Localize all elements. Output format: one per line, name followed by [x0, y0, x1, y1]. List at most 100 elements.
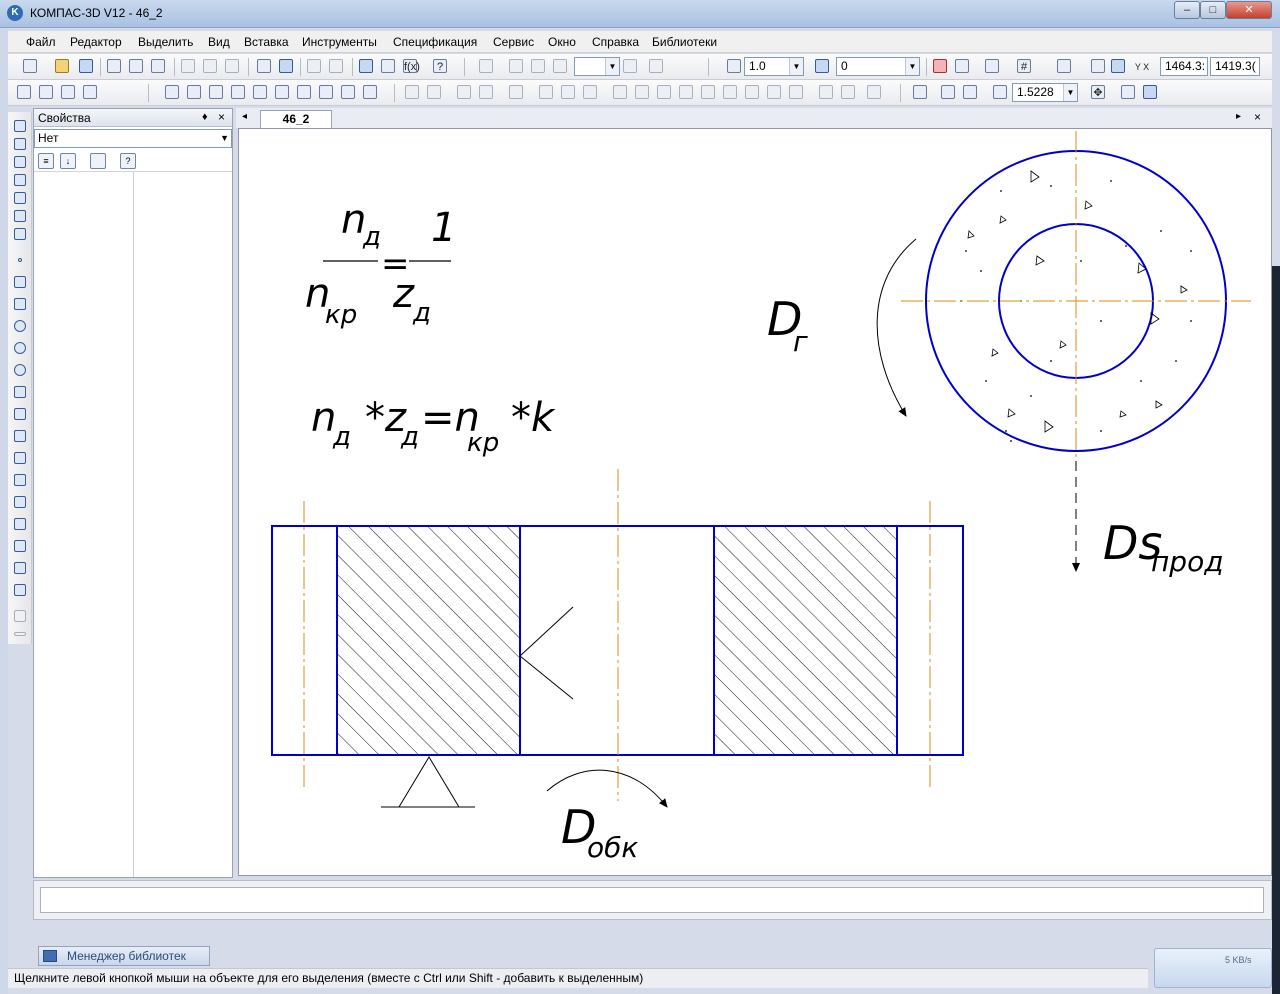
line-scale-combo[interactable]: 1.0 ▼ — [744, 57, 804, 76]
formula-icon[interactable]: f(x) — [402, 58, 420, 74]
menu-view[interactable]: Вид — [208, 35, 230, 49]
edit-e-icon[interactable] — [252, 84, 268, 100]
properties-close-icon[interactable]: × — [218, 110, 225, 124]
edit-a-icon[interactable] — [164, 84, 180, 100]
grid-icon[interactable]: # — [1016, 58, 1032, 74]
zoom-window-icon[interactable] — [912, 84, 928, 100]
edit-i-icon[interactable] — [340, 84, 356, 100]
text-style-icon[interactable] — [648, 58, 664, 74]
arc-icon[interactable] — [12, 340, 28, 356]
editing-panel-icon[interactable] — [12, 172, 28, 188]
ortho-icon[interactable] — [984, 58, 1000, 74]
model-k-icon[interactable] — [656, 84, 672, 100]
parametrization-panel-icon[interactable] — [12, 190, 28, 206]
polyline-icon[interactable] — [12, 428, 28, 444]
line-scale-icon[interactable] — [726, 58, 742, 74]
menu-insert[interactable]: Вставка — [244, 35, 289, 49]
contour-icon[interactable] — [12, 608, 28, 624]
tab-scroll-right-icon[interactable]: ▸ — [1236, 111, 1241, 122]
properties-object-select[interactable]: Нет ▼ — [34, 129, 232, 148]
model-n-icon[interactable] — [722, 84, 738, 100]
print-preview-icon[interactable] — [128, 58, 144, 74]
copy-icon[interactable] — [202, 58, 218, 74]
edit-f-icon[interactable] — [274, 84, 290, 100]
zoom-scale-icon[interactable] — [992, 84, 1008, 100]
hatch-icon[interactable] — [12, 560, 28, 576]
fillet-icon[interactable] — [12, 494, 28, 510]
minimize-button[interactable]: – — [1174, 1, 1200, 19]
rectangle-icon[interactable] — [12, 516, 28, 532]
cursor-coords-icon[interactable] — [1110, 58, 1126, 74]
property-pages-icon[interactable] — [90, 153, 106, 169]
prompt-line[interactable] — [40, 887, 1264, 913]
model-i-icon[interactable] — [612, 84, 628, 100]
edit-c-icon[interactable] — [208, 84, 224, 100]
tab-scroll-left-icon[interactable]: ◂ — [242, 111, 247, 122]
snap-magnet-icon[interactable] — [932, 58, 948, 74]
menu-select[interactable]: Выделить — [138, 35, 193, 49]
model-e-icon[interactable] — [508, 84, 524, 100]
ellipse-icon[interactable] — [12, 362, 28, 378]
dimensions-panel-icon[interactable] — [12, 136, 28, 152]
print-icon[interactable] — [106, 58, 122, 74]
auxiliary-line-icon[interactable] — [12, 274, 28, 290]
style-combo[interactable]: ▼ — [574, 57, 620, 76]
circle-icon[interactable] — [12, 318, 28, 334]
layers-a-icon[interactable] — [508, 58, 524, 74]
undo-icon[interactable] — [306, 58, 322, 74]
pin-icon[interactable]: ♦ — [202, 111, 208, 123]
curve-icon[interactable] — [12, 450, 28, 466]
model-o-icon[interactable] — [744, 84, 760, 100]
equidistant-icon[interactable] — [12, 538, 28, 554]
help-icon[interactable]: ? — [120, 153, 136, 169]
properties-column-divider[interactable] — [133, 172, 134, 877]
coord-x-field[interactable]: 1464.3: — [1160, 57, 1208, 76]
coord-y-field[interactable]: 1419.3( — [1210, 57, 1260, 76]
round-icon[interactable] — [1090, 58, 1106, 74]
refresh-icon[interactable] — [1142, 84, 1158, 100]
model-j-icon[interactable] — [634, 84, 650, 100]
model-s-icon[interactable] — [840, 84, 856, 100]
show-all-icon[interactable] — [1120, 84, 1136, 100]
symbols-panel-icon[interactable] — [12, 154, 28, 170]
model-h-icon[interactable] — [582, 84, 598, 100]
menu-specification[interactable]: Спецификация — [393, 35, 477, 49]
edit-b-icon[interactable] — [186, 84, 202, 100]
model-a-icon[interactable] — [404, 84, 420, 100]
tab-46-2[interactable]: 46_2 — [260, 110, 332, 128]
grinding-wheel[interactable] — [901, 131, 1251, 471]
edit-d-icon[interactable] — [230, 84, 246, 100]
local-cs-icon[interactable] — [1056, 58, 1072, 74]
gear-section[interactable] — [271, 469, 964, 801]
selection-panel-icon[interactable] — [12, 226, 28, 242]
layer-combo[interactable]: 0 ▼ — [836, 57, 920, 76]
open-folder-icon[interactable] — [54, 58, 70, 74]
maximize-button[interactable]: □ — [1200, 1, 1226, 19]
manager-icon[interactable] — [358, 58, 374, 74]
format-painter-icon[interactable] — [256, 58, 272, 74]
zoom-combo[interactable]: 1.5228 ▼ — [1012, 83, 1078, 102]
menu-help[interactable]: Справка — [592, 35, 639, 49]
export-icon[interactable] — [150, 58, 166, 74]
drawing-canvas[interactable]: n д n кр = 1 z д n д *z д =n кр *k D г D… — [238, 128, 1272, 876]
edit-g-icon[interactable] — [296, 84, 312, 100]
new-document-icon[interactable] — [22, 58, 38, 74]
model-t-icon[interactable] — [866, 84, 882, 100]
style-edit-icon[interactable] — [622, 58, 638, 74]
dimension-c-icon[interactable] — [60, 84, 76, 100]
model-p-icon[interactable] — [766, 84, 782, 100]
categorized-icon[interactable]: ≡ — [38, 153, 54, 169]
model-r-icon[interactable] — [818, 84, 834, 100]
edit-h-icon[interactable] — [318, 84, 334, 100]
menu-service[interactable]: Сервис — [493, 35, 534, 49]
point-icon[interactable] — [12, 252, 28, 268]
model-m-icon[interactable] — [700, 84, 716, 100]
menu-editor[interactable]: Редактор — [70, 35, 122, 49]
network-monitor-widget[interactable]: 5 KB/s — [1154, 948, 1272, 988]
layer-icon[interactable] — [814, 58, 830, 74]
bezier-icon[interactable] — [12, 406, 28, 422]
menu-window[interactable]: Окно — [548, 35, 576, 49]
sort-az-icon[interactable]: ↓ — [60, 153, 76, 169]
layers-c-icon[interactable] — [552, 58, 568, 74]
cut-icon[interactable] — [180, 58, 196, 74]
